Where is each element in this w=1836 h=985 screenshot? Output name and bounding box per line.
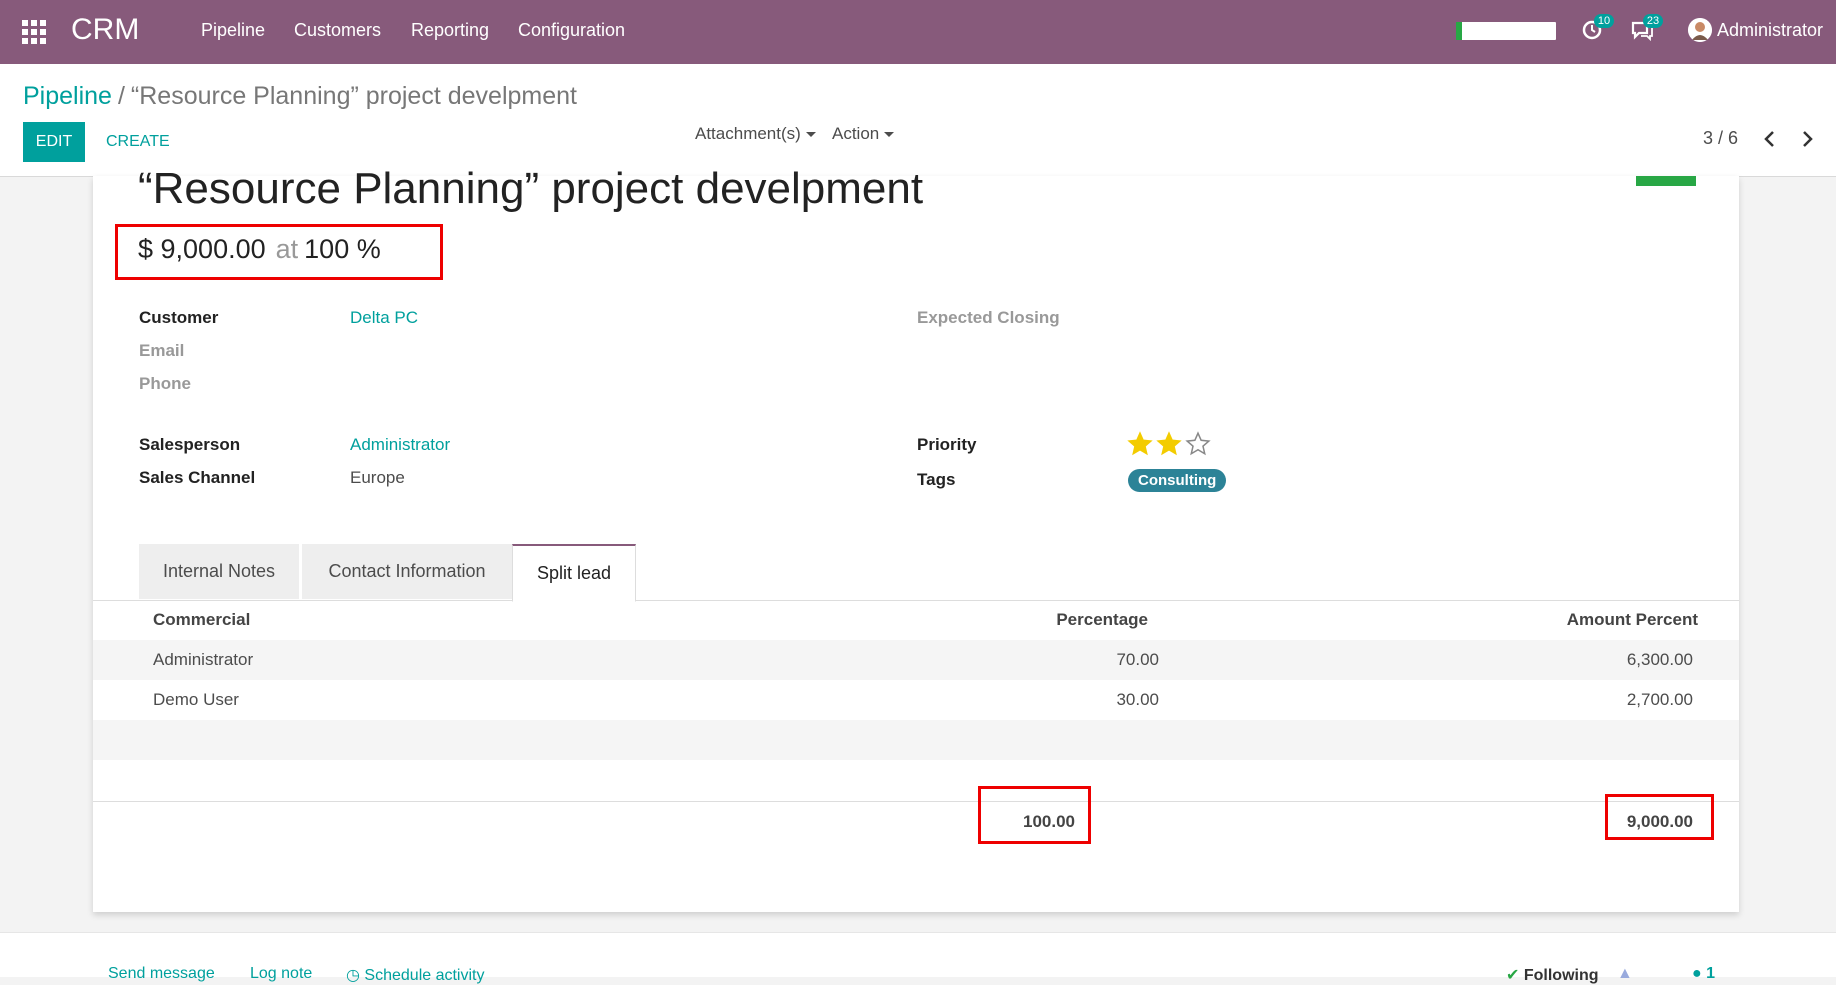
followers-count: 1	[1706, 965, 1716, 982]
column-header-commercial[interactable]: Commercial	[153, 600, 250, 640]
cell-percentage: 30.00	[1116, 690, 1159, 709]
progress-bar[interactable]	[1456, 22, 1556, 40]
following-button[interactable]: ✔ Following	[1506, 965, 1599, 985]
notebook-tabs: Internal Notes Contact Information Split…	[93, 544, 1739, 602]
activity-count-badge: 10	[1594, 14, 1614, 28]
form-sheet: “Resource Planning” project develpment $…	[93, 164, 1739, 912]
salesperson-value[interactable]: Administrator	[350, 435, 450, 455]
cell-commercial: Administrator	[153, 650, 254, 669]
priority-star-1-icon[interactable]	[1127, 431, 1153, 457]
breadcrumb-current: “Resource Planning” project develpment	[130, 82, 577, 110]
breadcrumb-pipeline-link[interactable]: Pipeline	[23, 82, 112, 110]
attachments-dropdown[interactable]: Attachment(s)	[695, 124, 816, 144]
previous-record-icon[interactable]	[1761, 128, 1779, 150]
table-row-empty	[93, 720, 1739, 760]
user-name[interactable]: Administrator	[1717, 20, 1823, 41]
edit-button[interactable]: EDIT	[23, 122, 85, 162]
user-avatar[interactable]	[1688, 18, 1712, 42]
expected-closing-label: Expected Closing	[917, 308, 1060, 327]
send-message-button[interactable]: Send message	[108, 965, 215, 983]
person-icon: ●	[1692, 965, 1702, 982]
attachments-dropdown-label: Attachment(s)	[695, 124, 801, 143]
cell-amount-percent: 6,300.00	[1626, 650, 1693, 669]
tab-split-lead[interactable]: Split lead	[512, 544, 636, 602]
chatter-bar: Send message Log note ◷ Schedule activit…	[0, 932, 1836, 984]
action-dropdown-label: Action	[832, 124, 880, 143]
opportunity-title: “Resource Planning” project develpment	[138, 164, 924, 213]
email-label: Email	[139, 341, 185, 360]
messages-count-badge: 23	[1643, 14, 1663, 28]
app-name[interactable]: CRM	[71, 13, 139, 47]
cell-percentage: 70.00	[1116, 650, 1159, 669]
tab-contact-information[interactable]: Contact Information	[302, 544, 512, 599]
bell-icon[interactable]: ▲	[1617, 965, 1633, 983]
control-panel: Pipeline / “Resource Planning” project dev…	[0, 64, 1836, 177]
revenue-highlight-box	[115, 224, 443, 280]
menu-customers[interactable]: Customers	[294, 20, 381, 41]
priority-star-2-icon[interactable]	[1156, 431, 1182, 457]
amount-total-highlight-box	[1605, 794, 1714, 840]
create-button[interactable]: CREATE	[100, 122, 176, 162]
salesperson-label: Salesperson	[139, 435, 241, 454]
pager-value[interactable]: 3 / 6	[1703, 128, 1738, 149]
activity-icon[interactable]: 10	[1581, 14, 1614, 41]
priority-star-3-icon[interactable]	[1185, 431, 1211, 457]
followers-button[interactable]: ● 1	[1692, 965, 1715, 983]
caret-down-icon	[805, 132, 816, 138]
table-row[interactable]: Administrator 70.00 6,300.00	[93, 640, 1739, 680]
table-row[interactable]: Demo User 30.00 2,700.00	[93, 680, 1739, 720]
log-note-button[interactable]: Log note	[250, 965, 312, 983]
won-ribbon	[1636, 176, 1696, 186]
action-dropdown[interactable]: Action	[832, 124, 895, 144]
percentage-total-highlight-box	[978, 786, 1091, 844]
cell-commercial: Demo User	[153, 690, 239, 709]
tag-consulting[interactable]: Consulting	[1128, 469, 1227, 492]
priority-label: Priority	[917, 435, 977, 454]
table-row-empty	[93, 760, 1739, 800]
messages-icon[interactable]: 23	[1630, 14, 1663, 42]
sales-channel-label: Sales Channel	[139, 468, 256, 487]
menu-reporting[interactable]: Reporting	[411, 20, 489, 41]
breadcrumb: Pipeline / “Resource Planning” project dev…	[23, 82, 577, 111]
caret-down-icon	[884, 132, 895, 138]
sales-channel-value: Europe	[350, 468, 405, 487]
tags-label: Tags	[917, 470, 956, 489]
schedule-activity-button[interactable]: ◷ Schedule activity	[346, 965, 484, 985]
breadcrumb-separator: /	[117, 82, 125, 110]
top-navbar: CRM Pipeline Customers Reporting Configu…	[0, 0, 1836, 64]
column-header-percentage[interactable]: Percentage	[948, 600, 1148, 640]
menu-configuration[interactable]: Configuration	[518, 20, 625, 41]
phone-label: Phone	[139, 374, 191, 393]
apps-grid-icon[interactable]	[22, 20, 46, 44]
customer-value[interactable]: Delta PC	[350, 308, 418, 328]
customer-label: Customer	[139, 308, 219, 327]
tab-internal-notes[interactable]: Internal Notes	[139, 544, 299, 599]
table-footer: 100.00 9,000.00	[93, 801, 1739, 831]
next-record-icon[interactable]	[1798, 128, 1816, 150]
cell-amount-percent: 2,700.00	[1626, 690, 1693, 709]
menu-pipeline[interactable]: Pipeline	[201, 20, 265, 41]
column-header-amount-percent[interactable]: Amount Percent	[1498, 600, 1698, 640]
